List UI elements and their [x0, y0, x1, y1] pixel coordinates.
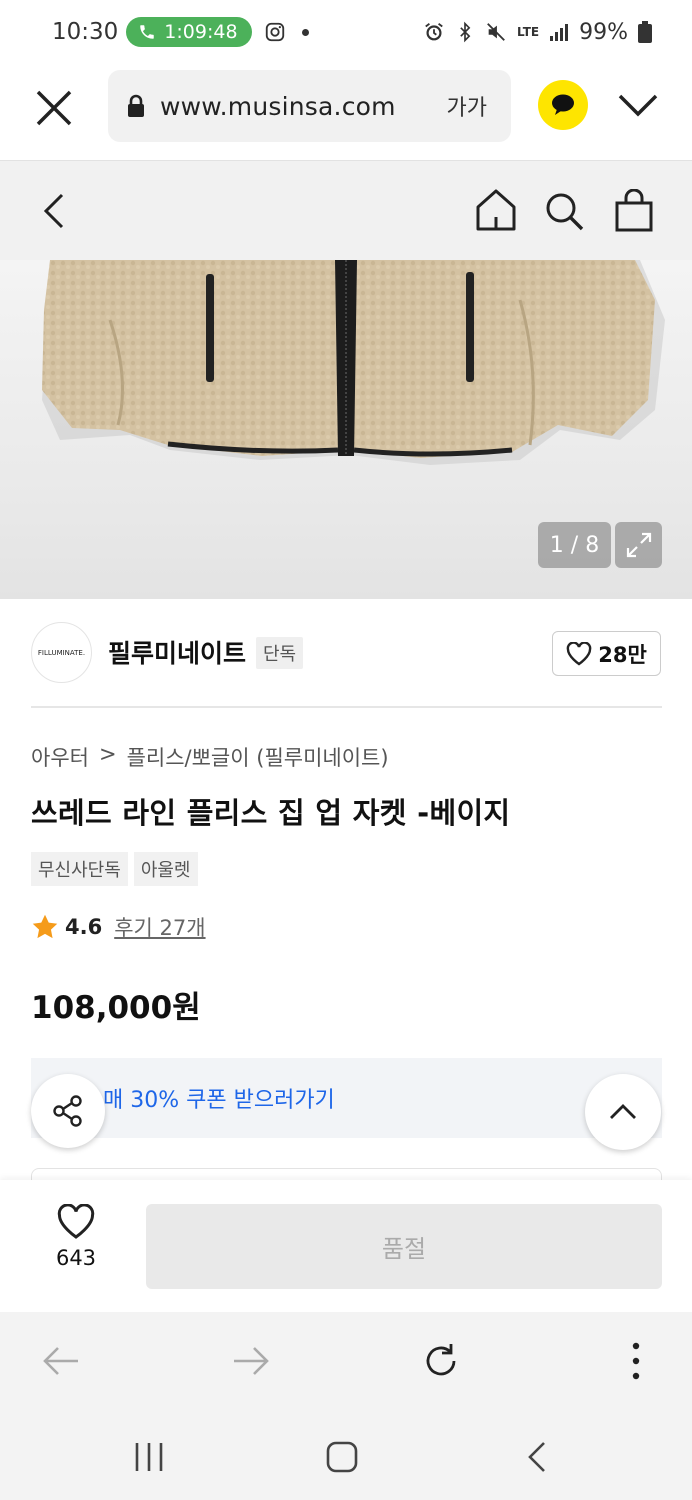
battery-icon [638, 21, 652, 43]
product-title: 쓰레드 라인 플리스 집 업 자켓 -베이지 [31, 796, 511, 830]
expand-icon [626, 532, 651, 558]
wishlist-button[interactable]: 643 [40, 1204, 112, 1290]
expand-image-button[interactable] [615, 522, 662, 568]
sold-out-button[interactable]: 품절 [146, 1204, 662, 1289]
phone-icon [140, 25, 155, 39]
signal-icon [550, 24, 569, 41]
heart-icon [566, 641, 592, 665]
more-menu-icon[interactable] [626, 1340, 646, 1382]
back-arrow-icon[interactable] [40, 189, 68, 233]
url-bar[interactable]: www.musinsa.com 가가 [108, 70, 511, 142]
notification-dot-icon [301, 28, 309, 36]
call-indicator[interactable]: 1:09:48 [126, 17, 252, 47]
battery-percent: 99% [579, 19, 628, 45]
home-button-icon[interactable] [325, 1440, 359, 1474]
brand-logo[interactable]: FILLUMINATE. [31, 622, 92, 683]
chevron-down-icon[interactable] [614, 86, 662, 126]
search-icon[interactable] [544, 191, 586, 233]
browser-toolbar: www.musinsa.com 가가 [0, 64, 692, 160]
star-icon [32, 914, 58, 939]
refresh-icon[interactable] [420, 1340, 462, 1382]
url-text: www.musinsa.com [160, 91, 396, 121]
share-button[interactable] [31, 1074, 105, 1148]
purchase-bar: 643 품절 [0, 1180, 692, 1312]
divider [31, 706, 662, 708]
product-tag: 아울렛 [133, 852, 198, 886]
product-tag: 무신사단독 [31, 852, 128, 886]
chevron-up-icon [610, 1104, 636, 1119]
kakaotalk-button[interactable] [538, 80, 588, 130]
browser-nav-bar [0, 1312, 692, 1412]
android-nav-bar [0, 1412, 692, 1500]
forward-arrow-icon[interactable] [230, 1340, 272, 1382]
product-price: 108,000원 [31, 990, 201, 1026]
brand-like-button[interactable]: 28만 [552, 631, 661, 676]
status-bar: 10:30 1:09:48 LTE 99% [0, 0, 692, 64]
rating-value: 4.6 [65, 915, 103, 939]
scroll-top-button[interactable] [585, 1074, 661, 1150]
mute-icon [487, 23, 505, 41]
brand-exclusive-badge: 단독 [256, 637, 304, 669]
instagram-icon [265, 22, 284, 42]
call-duration: 1:09:48 [164, 21, 238, 43]
wishlist-count: 643 [55, 1246, 97, 1270]
close-icon[interactable] [34, 88, 74, 128]
coupon-text[interactable]: 매 30% 쿠폰 받으러가기 [103, 1082, 335, 1114]
review-link[interactable]: 후기 27개 [114, 912, 205, 942]
breadcrumb-separator: > [98, 742, 117, 766]
home-icon[interactable] [474, 187, 518, 233]
brand-like-count: 28만 [598, 642, 647, 667]
chat-bubble-icon [552, 94, 574, 115]
back-icon[interactable] [524, 1440, 550, 1474]
share-icon [53, 1095, 82, 1127]
shopping-bag-icon[interactable] [614, 189, 654, 233]
coupon-banner[interactable]: 매 30% 쿠폰 받으러가기 [31, 1058, 662, 1138]
recent-apps-icon[interactable] [132, 1440, 166, 1474]
rating-row: 4.6 후기 27개 [31, 912, 206, 942]
breadcrumb-item[interactable]: 아우터 [31, 742, 89, 772]
bluetooth-icon [460, 21, 471, 43]
network-type: LTE [517, 25, 540, 39]
back-arrow-icon[interactable] [40, 1340, 82, 1382]
heart-icon [57, 1204, 95, 1239]
status-time: 10:30 [52, 19, 119, 45]
image-counter: 1 / 8 [538, 522, 611, 568]
alarm-icon [425, 23, 443, 41]
text-size-button[interactable]: 가가 [447, 90, 487, 122]
lock-icon [128, 94, 144, 117]
brand-name[interactable]: 필루미네이트 [108, 634, 246, 670]
brand-row[interactable]: FILLUMINATE. 필루미네이트 단독 28만 [0, 600, 692, 706]
breadcrumb-item[interactable]: 플리스/뽀글이 (필루미네이트) [127, 742, 389, 772]
breadcrumb: 아우터 > 플리스/뽀글이 (필루미네이트) [31, 742, 389, 772]
product-tags: 무신사단독 아울렛 [31, 852, 198, 886]
site-header [0, 160, 692, 260]
